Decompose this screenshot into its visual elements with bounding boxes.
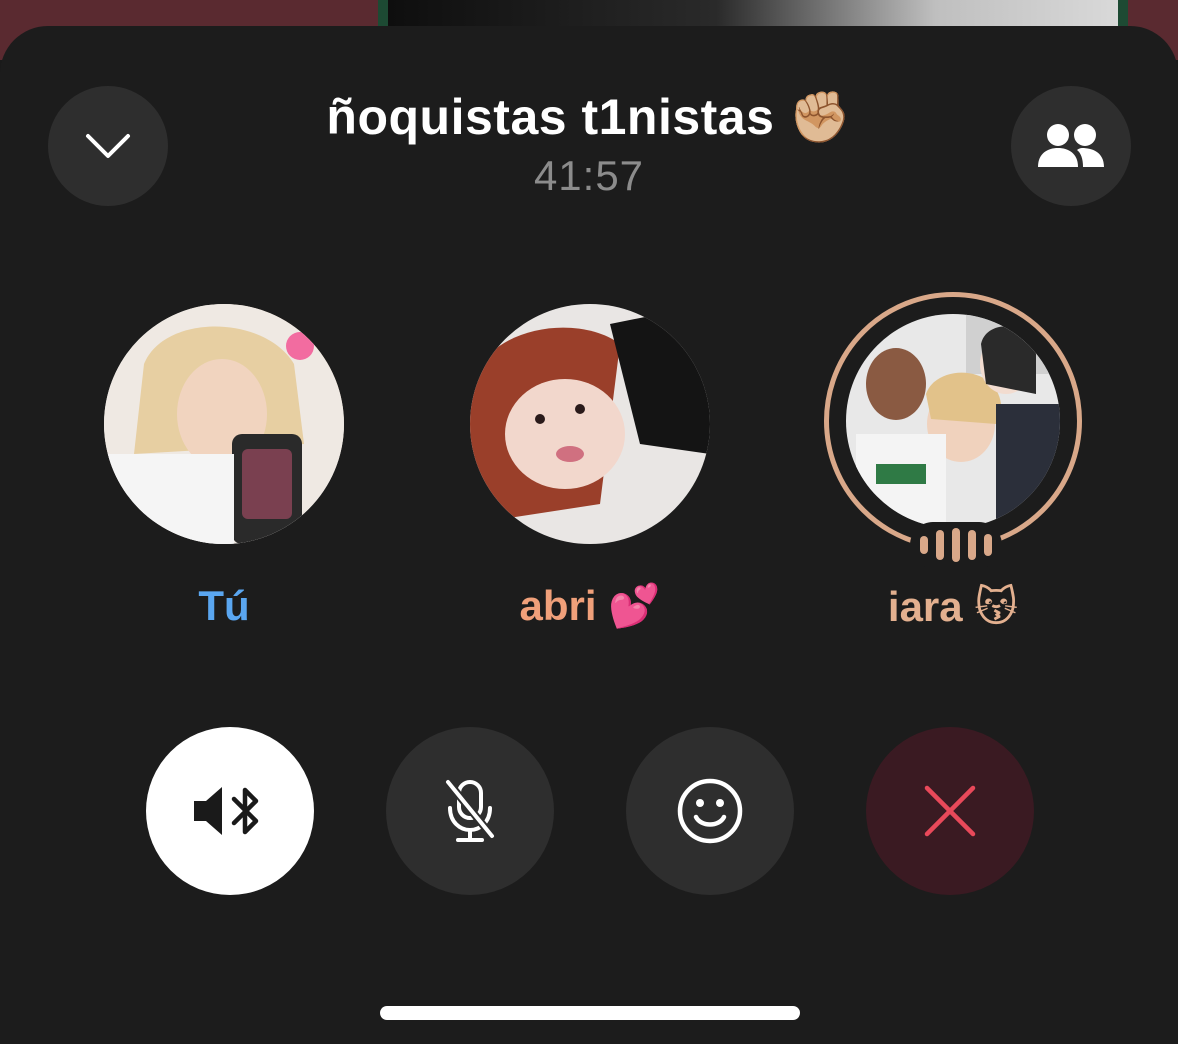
speaker-bluetooth-icon	[194, 787, 259, 835]
home-indicator[interactable]	[380, 1006, 800, 1020]
participant-name-tu: Tú	[198, 582, 250, 629]
call-timer: 41:57	[533, 152, 645, 199]
avatar-iara[interactable]	[846, 314, 1060, 528]
reactions-button[interactable]	[626, 727, 794, 895]
speaking-indicator	[910, 522, 1002, 568]
microphone-muted-icon	[444, 779, 496, 842]
audio-output-button[interactable]	[146, 727, 314, 895]
avatar-photo	[846, 314, 1060, 528]
call-title: ñoquistas t1nistas ✊🏼	[326, 89, 852, 145]
participant-name-iara: iara 😽	[887, 583, 1019, 630]
avatar-photo	[470, 304, 710, 544]
participant-name-abri: abri 💕	[519, 582, 661, 629]
avatar-abri[interactable]	[470, 304, 710, 544]
close-icon	[924, 785, 976, 837]
avatar-tu[interactable]	[104, 304, 344, 544]
leave-call-button[interactable]	[866, 727, 1034, 895]
smiley-icon	[677, 778, 743, 844]
avatar-photo	[104, 304, 344, 544]
mute-button[interactable]	[386, 727, 554, 895]
